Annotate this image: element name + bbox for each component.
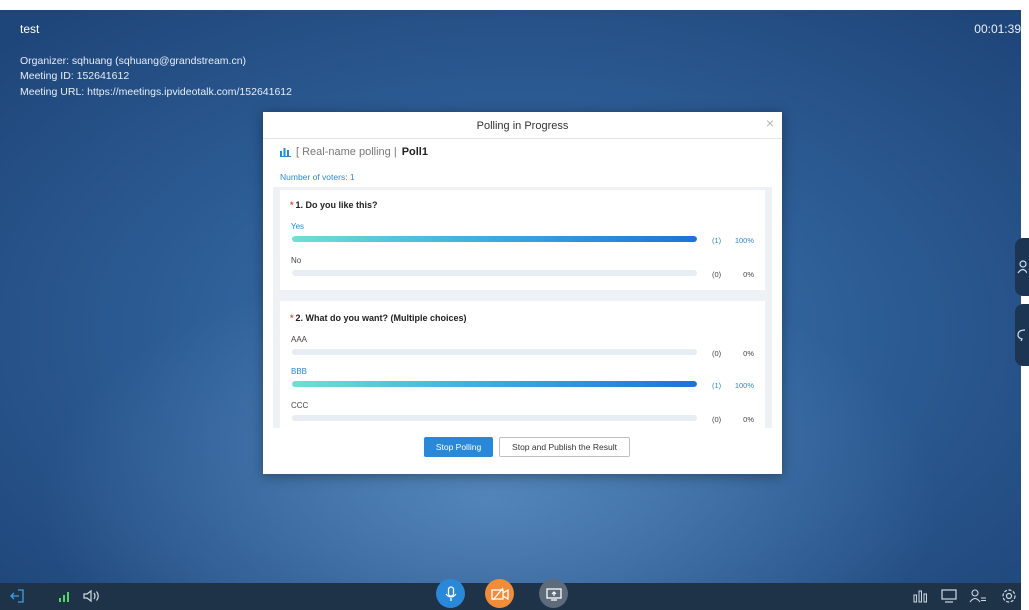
option-vote-count: (0) [712,270,722,279]
option-label: Yes [291,222,305,231]
participants-icon[interactable] [969,588,987,604]
required-mark: * [290,200,294,210]
screen-share-icon[interactable] [539,579,568,608]
chat-bubble-icon [1017,329,1026,342]
option-percent: 0% [743,349,754,358]
meeting-id-info: Meeting ID: 152641612 [20,70,130,82]
option-vote-count: (1) [712,381,722,390]
dialog-title: Polling in Progress [476,120,569,132]
microphone-icon[interactable] [436,579,465,608]
bar-chart-icon [280,148,291,157]
option-vote-count: (0) [712,349,722,358]
option-vote-count: (1) [712,236,722,245]
poll-type-label: [ Real-name polling | [296,146,397,158]
person-icon [1017,260,1027,274]
option-progress-bar [292,349,697,355]
option-label: AAA [291,335,308,344]
question-title: * 2. What do you want? (Multiple choices) [290,313,467,323]
organizer-info: Organizer: sqhuang (sqhuang@grandstream.… [20,55,247,67]
option-label: BBB [291,367,308,376]
poll-icon[interactable] [912,588,930,604]
leave-icon[interactable] [8,587,26,605]
option-progress-bar [292,236,697,242]
dialog-divider [263,138,782,139]
poll-results-scroll-area[interactable]: * 1. Do you like this? Yes (1) 100% No (0… [273,187,772,428]
side-panel-tab-participants[interactable] [1015,238,1029,296]
option-progress-bar [292,381,697,387]
meeting-timer: 00:01:39 [974,22,1021,36]
voter-count: Number of voters: 1 [280,172,355,182]
speaker-icon[interactable] [81,588,103,604]
polling-dialog: Polling in Progress × [ Real-name pollin… [263,112,782,474]
signal-icon[interactable] [58,591,72,603]
screen-layout-icon[interactable] [941,588,959,604]
settings-icon[interactable] [1000,588,1018,604]
option-label: No [291,256,302,265]
option-progress-fill [292,236,697,242]
required-mark: * [290,313,294,323]
meeting-url-info: Meeting URL: https://meetings.ipvideotal… [20,86,292,98]
option-label: CCC [291,401,309,410]
meeting-title: test [20,22,40,36]
poll-heading: [ Real-name polling | Poll1 [280,146,428,158]
question-card: * 2. What do you want? (Multiple choices)… [280,301,765,428]
option-percent: 100% [734,236,754,245]
question-title: * 1. Do you like this? [290,200,378,210]
option-percent: 100% [734,381,754,390]
bottom-toolbar [0,579,1021,610]
option-progress-fill [292,381,697,387]
poll-name: Poll1 [401,146,428,158]
stop-and-publish-button[interactable]: Stop and Publish the Result [499,437,630,457]
close-icon[interactable]: × [766,116,774,130]
camera-off-icon[interactable] [485,579,514,608]
stop-polling-button[interactable]: Stop Polling [424,437,493,457]
option-progress-bar [292,270,697,276]
side-panel-tab-chat[interactable] [1015,304,1029,366]
question-card: * 1. Do you like this? Yes (1) 100% No (0… [280,190,765,290]
option-percent: 0% [743,270,754,279]
option-progress-bar [292,415,697,421]
option-vote-count: (0) [712,415,722,424]
option-percent: 0% [743,415,754,424]
